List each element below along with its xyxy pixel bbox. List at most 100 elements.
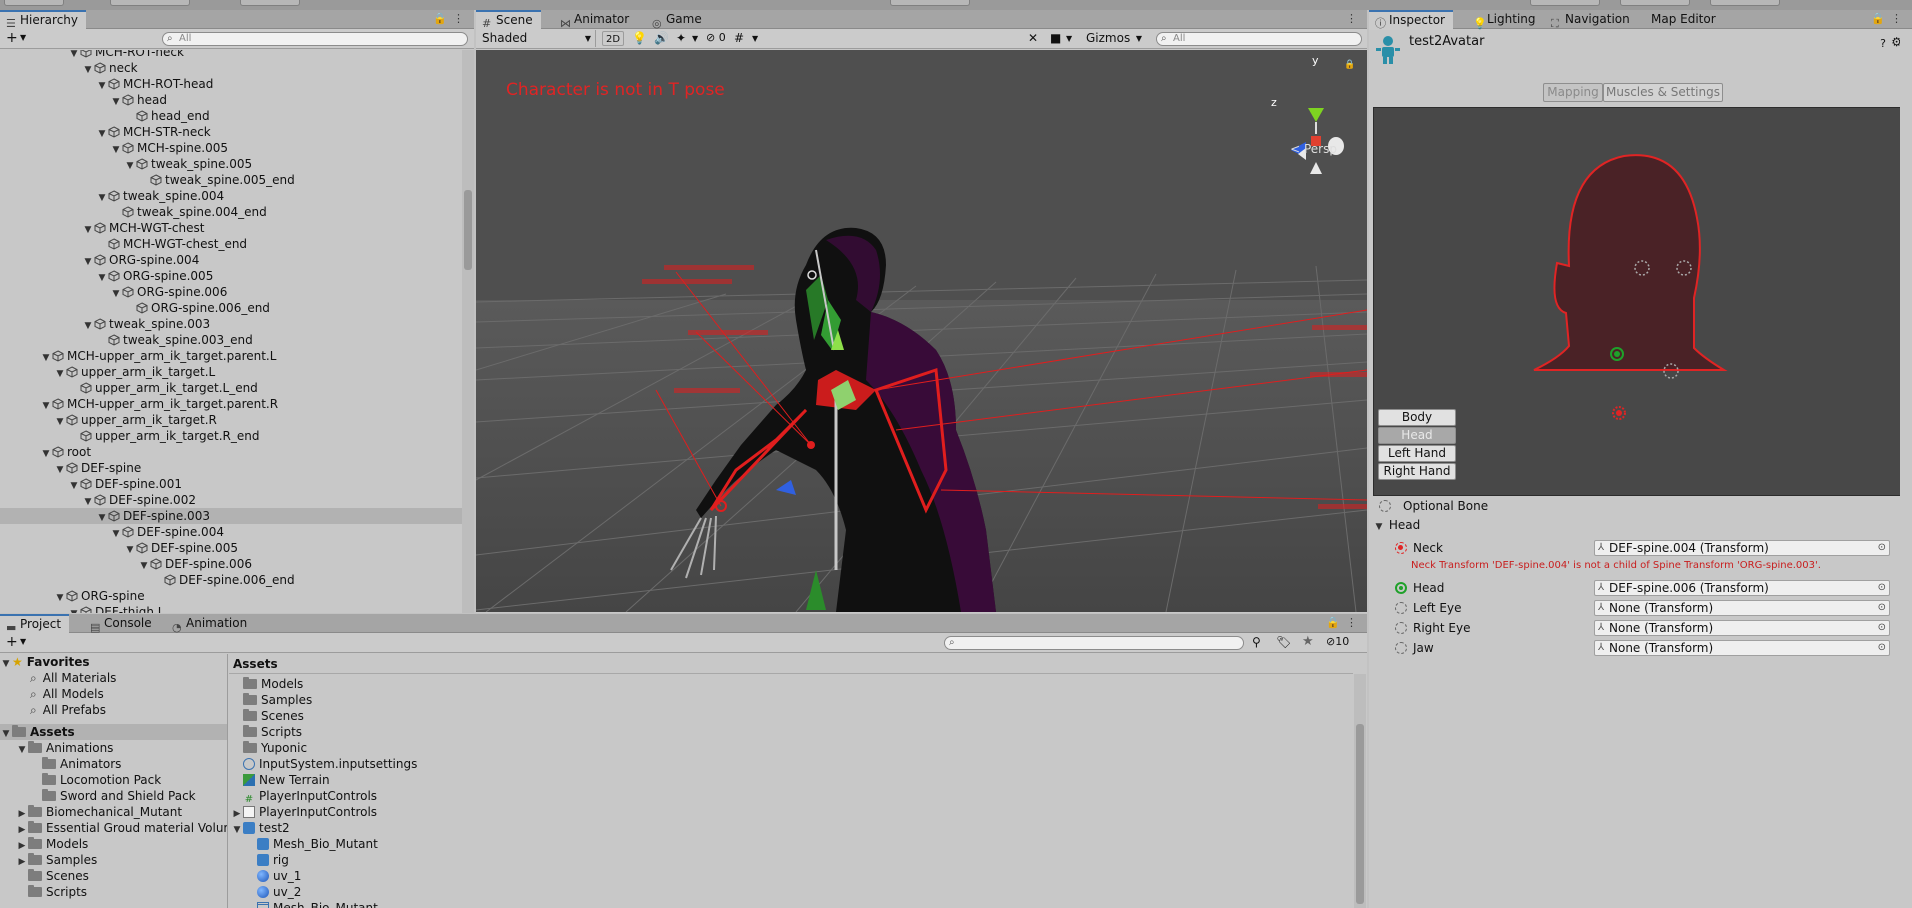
- asset-item[interactable]: InputSystem.inputsettings: [231, 756, 417, 772]
- folder-tree-item[interactable]: ▶ Models: [16, 836, 88, 852]
- asset-item[interactable]: uv_1: [245, 868, 301, 884]
- body-part-right-hand[interactable]: Right Hand: [1378, 463, 1456, 480]
- hierarchy-item[interactable]: ▼ MCH-upper_arm_ik_target.parent.L: [0, 348, 462, 364]
- object-picker-icon[interactable]: ⊙: [1878, 581, 1886, 595]
- hierarchy-item[interactable]: ▼ DEF-thigh.L: [0, 604, 462, 613]
- asset-item[interactable]: Mesh_Bio_Mutant: [245, 836, 378, 852]
- hierarchy-item[interactable]: ▼ DEF-spine.005: [0, 540, 462, 556]
- favorite-item-all-prefabs[interactable]: ⌕ All Prefabs: [30, 702, 106, 718]
- gizmo-lock-icon[interactable]: 🔒: [1344, 60, 1355, 70]
- folder-tree-item[interactable]: Scripts: [16, 884, 87, 900]
- asset-item[interactable]: Mesh_Bio_Mutant: [245, 900, 378, 908]
- tab-scene[interactable]: # Scene: [476, 10, 541, 30]
- folder-tree-item[interactable]: ▶ Essential Groud material Volume: [16, 820, 227, 836]
- tab-animation[interactable]: ◔ Animation: [166, 614, 255, 634]
- tab-hierarchy[interactable]: ☰ Hierarchy: [0, 10, 87, 30]
- folder-tree-item[interactable]: ▶ Biomechanical_Mutant: [16, 804, 182, 820]
- hierarchy-item[interactable]: upper_arm_ik_target.L_end: [0, 380, 462, 396]
- grid-toggle-icon[interactable]: #: [734, 31, 744, 45]
- folder-tree-item[interactable]: ▶ Samples: [16, 852, 97, 868]
- lock-icon[interactable]: 🔒: [433, 12, 453, 25]
- foldout-arrow-icon[interactable]: ▼: [0, 726, 12, 742]
- project-search-input[interactable]: ⌕: [944, 636, 1244, 650]
- scene-tab-controls[interactable]: ⋮: [1346, 12, 1363, 25]
- folder-tree-item[interactable]: ▼ Animations: [16, 740, 113, 756]
- hierarchy-item[interactable]: tweak_spine.005_end: [0, 172, 462, 188]
- asset-item[interactable]: Scenes: [231, 708, 304, 724]
- visibility-toggle[interactable]: ⊘ 0: [706, 31, 726, 44]
- hierarchy-item[interactable]: ▼ DEF-spine.004: [0, 524, 462, 540]
- foldout-arrow-icon[interactable]: ▼: [0, 656, 12, 672]
- hierarchy-item[interactable]: ▼ root: [0, 444, 462, 460]
- kebab-menu-icon[interactable]: ⋮: [1346, 12, 1363, 25]
- object-picker-icon[interactable]: ⊙: [1878, 621, 1886, 635]
- camera-icon[interactable]: ■: [1050, 31, 1061, 45]
- lock-icon[interactable]: 🔒: [1326, 616, 1346, 629]
- hierarchy-item[interactable]: ▼ DEF-spine.003: [0, 508, 462, 524]
- asset-item[interactable]: # PlayerInputControls: [231, 788, 377, 805]
- chevron-down-icon[interactable]: ▼: [752, 34, 758, 43]
- hierarchy-search-input[interactable]: ⌕ All: [162, 32, 468, 46]
- tab-project[interactable]: ▬ Project: [0, 614, 70, 634]
- muscles-settings-tab[interactable]: Muscles & Settings: [1603, 83, 1723, 102]
- object-picker-icon[interactable]: ⊙: [1878, 541, 1886, 555]
- hierarchy-item[interactable]: ▼ DEF-spine.006: [0, 556, 462, 572]
- bone-transform-field[interactable]: ⅄ DEF-spine.004 (Transform) ⊙: [1594, 540, 1890, 556]
- pivot-toggle[interactable]: [240, 0, 300, 6]
- asset-item[interactable]: rig: [245, 852, 289, 868]
- play-button[interactable]: [890, 0, 970, 6]
- hierarchy-tab-controls[interactable]: 🔒⋮: [433, 12, 470, 25]
- hierarchy-item[interactable]: ▼ ORG-spine.004: [0, 252, 462, 268]
- hierarchy-item[interactable]: ▼ MCH-spine.005: [0, 140, 462, 156]
- hierarchy-item[interactable]: ▼ tweak_spine.005: [0, 156, 462, 172]
- foldout-arrow-icon[interactable]: ▼: [16, 742, 28, 758]
- shading-mode-dropdown[interactable]: Shaded ▼: [478, 30, 596, 47]
- hierarchy-scroll-thumb[interactable]: [464, 190, 472, 270]
- hierarchy-item[interactable]: ▼ DEF-spine: [0, 460, 462, 476]
- asset-item[interactable]: Samples: [231, 692, 312, 708]
- filter-by-label-icon[interactable]: 🏷: [1276, 635, 1291, 649]
- hierarchy-scrollbar[interactable]: [462, 50, 474, 613]
- tab-inspector[interactable]: ⓘ Inspector: [1369, 10, 1453, 30]
- account-button[interactable]: [1530, 0, 1600, 6]
- scene-search-input[interactable]: ⌕ All: [1156, 32, 1362, 46]
- hierarchy-item[interactable]: upper_arm_ik_target.R_end: [0, 428, 462, 444]
- kebab-menu-icon[interactable]: ⋮: [1346, 616, 1363, 629]
- asset-item[interactable]: New Terrain: [231, 772, 330, 788]
- lock-icon[interactable]: 🔒: [1871, 12, 1891, 25]
- create-button[interactable]: +: [6, 634, 18, 650]
- asset-item[interactable]: uv_2: [245, 884, 301, 900]
- hierarchy-item[interactable]: ▼ ORG-spine: [0, 588, 462, 604]
- foldout-arrow-icon[interactable]: ▼: [231, 822, 243, 838]
- favorite-star-icon[interactable]: ★: [1302, 634, 1314, 649]
- create-button[interactable]: +: [6, 30, 18, 46]
- tab-animator[interactable]: ⋈ Animator: [554, 10, 637, 30]
- hierarchy-item[interactable]: MCH-WGT-chest_end: [0, 236, 462, 252]
- inspector-tab-controls[interactable]: 🔒⋮: [1871, 12, 1908, 25]
- hierarchy-item[interactable]: tweak_spine.004_end: [0, 204, 462, 220]
- hierarchy-item[interactable]: ▼ tweak_spine.004: [0, 188, 462, 204]
- help-icon[interactable]: ?: [1880, 37, 1886, 50]
- favorite-item-all-models[interactable]: ⌕ All Models: [30, 686, 104, 702]
- hierarchy-item[interactable]: ▼ MCH-STR-neck: [0, 124, 462, 140]
- object-picker-icon[interactable]: ⊙: [1878, 641, 1886, 655]
- play-controls[interactable]: [4, 0, 64, 6]
- mapping-tab[interactable]: Mapping: [1543, 83, 1603, 102]
- hidden-packages-toggle[interactable]: ⊘10: [1326, 635, 1349, 648]
- hierarchy-item[interactable]: ▼ tweak_spine.003: [0, 316, 462, 332]
- tab-map-editor[interactable]: Map Editor: [1641, 10, 1724, 29]
- perspective-label[interactable]: < Persp: [1290, 142, 1337, 156]
- inspector-scrollbar[interactable]: [1900, 29, 1912, 908]
- hierarchy-item[interactable]: ▼ ORG-spine.006: [0, 284, 462, 300]
- chevron-down-icon[interactable]: ▼: [20, 33, 26, 42]
- body-part-head[interactable]: Head: [1378, 427, 1456, 444]
- object-picker-icon[interactable]: ⊙: [1878, 601, 1886, 615]
- asset-item[interactable]: Yuponic: [231, 740, 307, 756]
- layout-dropdown[interactable]: [1710, 0, 1780, 6]
- lighting-toggle-icon[interactable]: 💡: [632, 31, 647, 45]
- tab-console[interactable]: ▤ Console: [84, 614, 160, 634]
- hierarchy-item[interactable]: ▼ neck: [0, 60, 462, 76]
- folder-tree-item[interactable]: Animators: [30, 756, 121, 772]
- head-section-header[interactable]: ▼ Head: [1373, 515, 1421, 535]
- hierarchy-item[interactable]: head_end: [0, 108, 462, 124]
